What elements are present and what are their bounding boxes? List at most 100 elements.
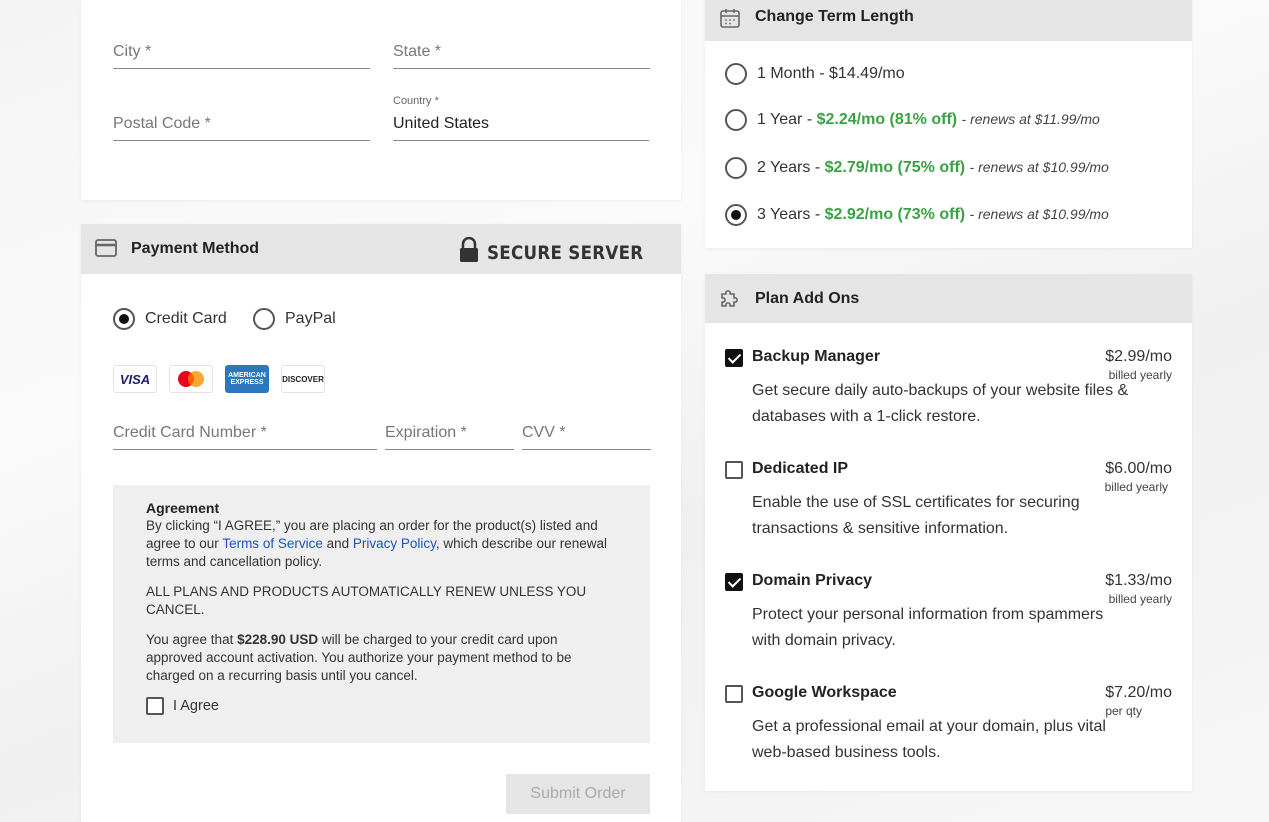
term-length-card: Change Term Length 1 Month - $14.49/mo 1… <box>705 0 1192 248</box>
cvv-field[interactable]: CVV * <box>522 414 651 450</box>
card-brand-logos: VISA AMERICAN EXPRESS DISCOVER <box>113 365 325 393</box>
agreement-title: Agreement <box>146 500 220 516</box>
addon-name: Dedicated IP <box>752 460 849 477</box>
discover-logo: DISCOVER <box>281 365 325 393</box>
mastercard-logo <box>169 365 213 393</box>
term-label-text: 3 Years - <box>757 206 825 223</box>
term-label: 2 Years - $2.79/mo (75% off) - renews at… <box>757 159 1109 177</box>
terms-of-service-link[interactable]: Terms of Service <box>222 536 323 551</box>
addon-domain-privacy: Domain Privacy $1.33/mo billed yearly Pr… <box>725 572 1172 672</box>
term-option-3-years[interactable]: 3 Years - $2.92/mo (73% off) - renews at… <box>725 204 1109 226</box>
backup-manager-checkbox[interactable] <box>725 349 743 367</box>
paypal-label: PayPal <box>285 310 336 327</box>
google-workspace-checkbox[interactable] <box>725 685 743 703</box>
charge-notice-start: You agree that <box>146 632 238 647</box>
addon-description: Protect your personal information from s… <box>752 606 1104 649</box>
city-field[interactable]: City * <box>113 36 370 69</box>
charge-amount: $228.90 USD <box>237 632 319 647</box>
term-renews: - renews at $10.99/mo <box>969 159 1109 175</box>
visa-logo: VISA <box>113 365 157 393</box>
payment-title: Payment Method <box>131 240 260 257</box>
puzzle-piece-icon <box>719 287 741 307</box>
credit-card-radio[interactable]: Credit Card <box>113 308 227 330</box>
addon-price: $2.99/mo <box>1105 348 1172 365</box>
credit-card-icon <box>95 239 117 259</box>
agreement-text: By clicking “I AGREE,” you are placing a… <box>146 517 617 571</box>
postal-code-placeholder: Postal Code * <box>113 115 211 132</box>
term-label-text: 1 Year - <box>757 111 817 128</box>
addons-header: Plan Add Ons <box>705 274 1192 323</box>
term-label: 1 Month - $14.49/mo <box>757 65 905 82</box>
secure-server-badge: SECURE SERVER <box>459 236 665 268</box>
credit-card-number-field[interactable]: Credit Card Number * <box>113 414 377 450</box>
city-placeholder: City * <box>113 43 152 60</box>
addon-backup-manager: Backup Manager $2.99/mo billed yearly Ge… <box>725 348 1172 448</box>
charge-notice: You agree that $228.90 USD will be charg… <box>146 631 617 685</box>
addon-name: Google Workspace <box>752 684 897 701</box>
addon-price: $6.00/mo <box>1105 460 1172 477</box>
addon-description: Get secure daily auto-backups of your we… <box>752 382 1129 425</box>
country-field[interactable]: Country * United States <box>393 95 649 141</box>
term-label: 3 Years - $2.92/mo (73% off) - renews at… <box>757 206 1109 224</box>
i-agree-row[interactable]: I Agree <box>146 697 617 715</box>
term-title: Change Term Length <box>755 8 914 25</box>
agreement-text-and: and <box>322 536 353 551</box>
term-radio-circle[interactable] <box>725 204 747 226</box>
term-deal: $2.24/mo (81% off) <box>816 111 958 128</box>
auto-renew-notice: ALL PLANS AND PRODUCTS AUTOMATICALLY REN… <box>146 584 587 617</box>
addon-name: Backup Manager <box>752 348 881 365</box>
term-deal: $2.79/mo (75% off) <box>824 159 966 176</box>
term-deal: $2.92/mo (73% off) <box>824 206 966 223</box>
amex-logo: AMERICAN EXPRESS <box>225 365 269 393</box>
term-option-1-year[interactable]: 1 Year - $2.24/mo (81% off) - renews at … <box>725 109 1100 131</box>
term-renews: - renews at $10.99/mo <box>969 206 1109 222</box>
term-option-2-years[interactable]: 2 Years - $2.79/mo (75% off) - renews at… <box>725 157 1109 179</box>
credit-card-number-placeholder: Credit Card Number * <box>113 424 267 441</box>
credit-card-label: Credit Card <box>145 310 227 327</box>
term-radio-circle[interactable] <box>725 109 747 131</box>
amex-logo-text: AMERICAN EXPRESS <box>228 372 266 386</box>
agreement-box: Agreement By clicking “I AGREE,” you are… <box>113 485 650 743</box>
term-option-1-month[interactable]: 1 Month - $14.49/mo <box>725 63 905 85</box>
credit-card-radio-circle[interactable] <box>113 308 135 330</box>
payment-card: Payment Method SECURE SERVER Credit Card… <box>81 224 681 822</box>
payment-header: Payment Method SECURE SERVER <box>81 224 681 274</box>
term-radio-circle[interactable] <box>725 157 747 179</box>
term-label-text: 2 Years - <box>757 159 825 176</box>
state-field[interactable]: State * <box>393 36 650 69</box>
paypal-radio[interactable]: PayPal <box>253 308 336 330</box>
term-label: 1 Year - $2.24/mo (81% off) - renews at … <box>757 111 1100 129</box>
address-card: City * State * Postal Code * Country * U… <box>81 0 681 200</box>
addon-google-workspace: Google Workspace $7.20/mo per qty Get a … <box>725 684 1172 784</box>
country-value: United States <box>393 115 490 132</box>
addon-price: $1.33/mo <box>1105 572 1172 589</box>
postal-code-field[interactable]: Postal Code * <box>113 107 370 141</box>
addon-description: Get a professional email at your domain,… <box>752 718 1106 761</box>
term-radio-1-month[interactable] <box>725 63 747 85</box>
lock-icon <box>459 236 479 268</box>
i-agree-checkbox[interactable] <box>146 697 164 715</box>
addon-name: Domain Privacy <box>752 572 873 589</box>
state-placeholder: State * <box>393 43 442 60</box>
expiration-field[interactable]: Expiration * <box>385 414 514 450</box>
addon-description: Enable the use of SSL certificates for s… <box>752 494 1080 537</box>
term-radio-1-year[interactable] <box>725 109 747 131</box>
discover-logo-text: DISCOVER <box>282 374 324 384</box>
i-agree-label: I Agree <box>173 698 219 714</box>
addon-price: $7.20/mo <box>1105 684 1172 701</box>
cvv-placeholder: CVV * <box>522 424 566 441</box>
expiration-placeholder: Expiration * <box>385 424 467 441</box>
privacy-policy-link[interactable]: Privacy Policy <box>353 536 436 551</box>
visa-logo-text: VISA <box>119 371 151 387</box>
submit-order-button[interactable]: Submit Order <box>506 774 650 814</box>
term-radio-3-years[interactable] <box>725 204 747 226</box>
addons-title: Plan Add Ons <box>755 290 860 307</box>
term-radio-circle[interactable] <box>725 63 747 85</box>
term-radio-2-years[interactable] <box>725 157 747 179</box>
addon-dedicated-ip: Dedicated IP $6.00/mo billed yearly Enab… <box>725 460 1172 560</box>
paypal-radio-circle[interactable] <box>253 308 275 330</box>
domain-privacy-checkbox[interactable] <box>725 573 743 591</box>
dedicated-ip-checkbox[interactable] <box>725 461 743 479</box>
calendar-icon <box>719 7 741 28</box>
secure-server-text: SECURE SERVER <box>487 241 644 264</box>
